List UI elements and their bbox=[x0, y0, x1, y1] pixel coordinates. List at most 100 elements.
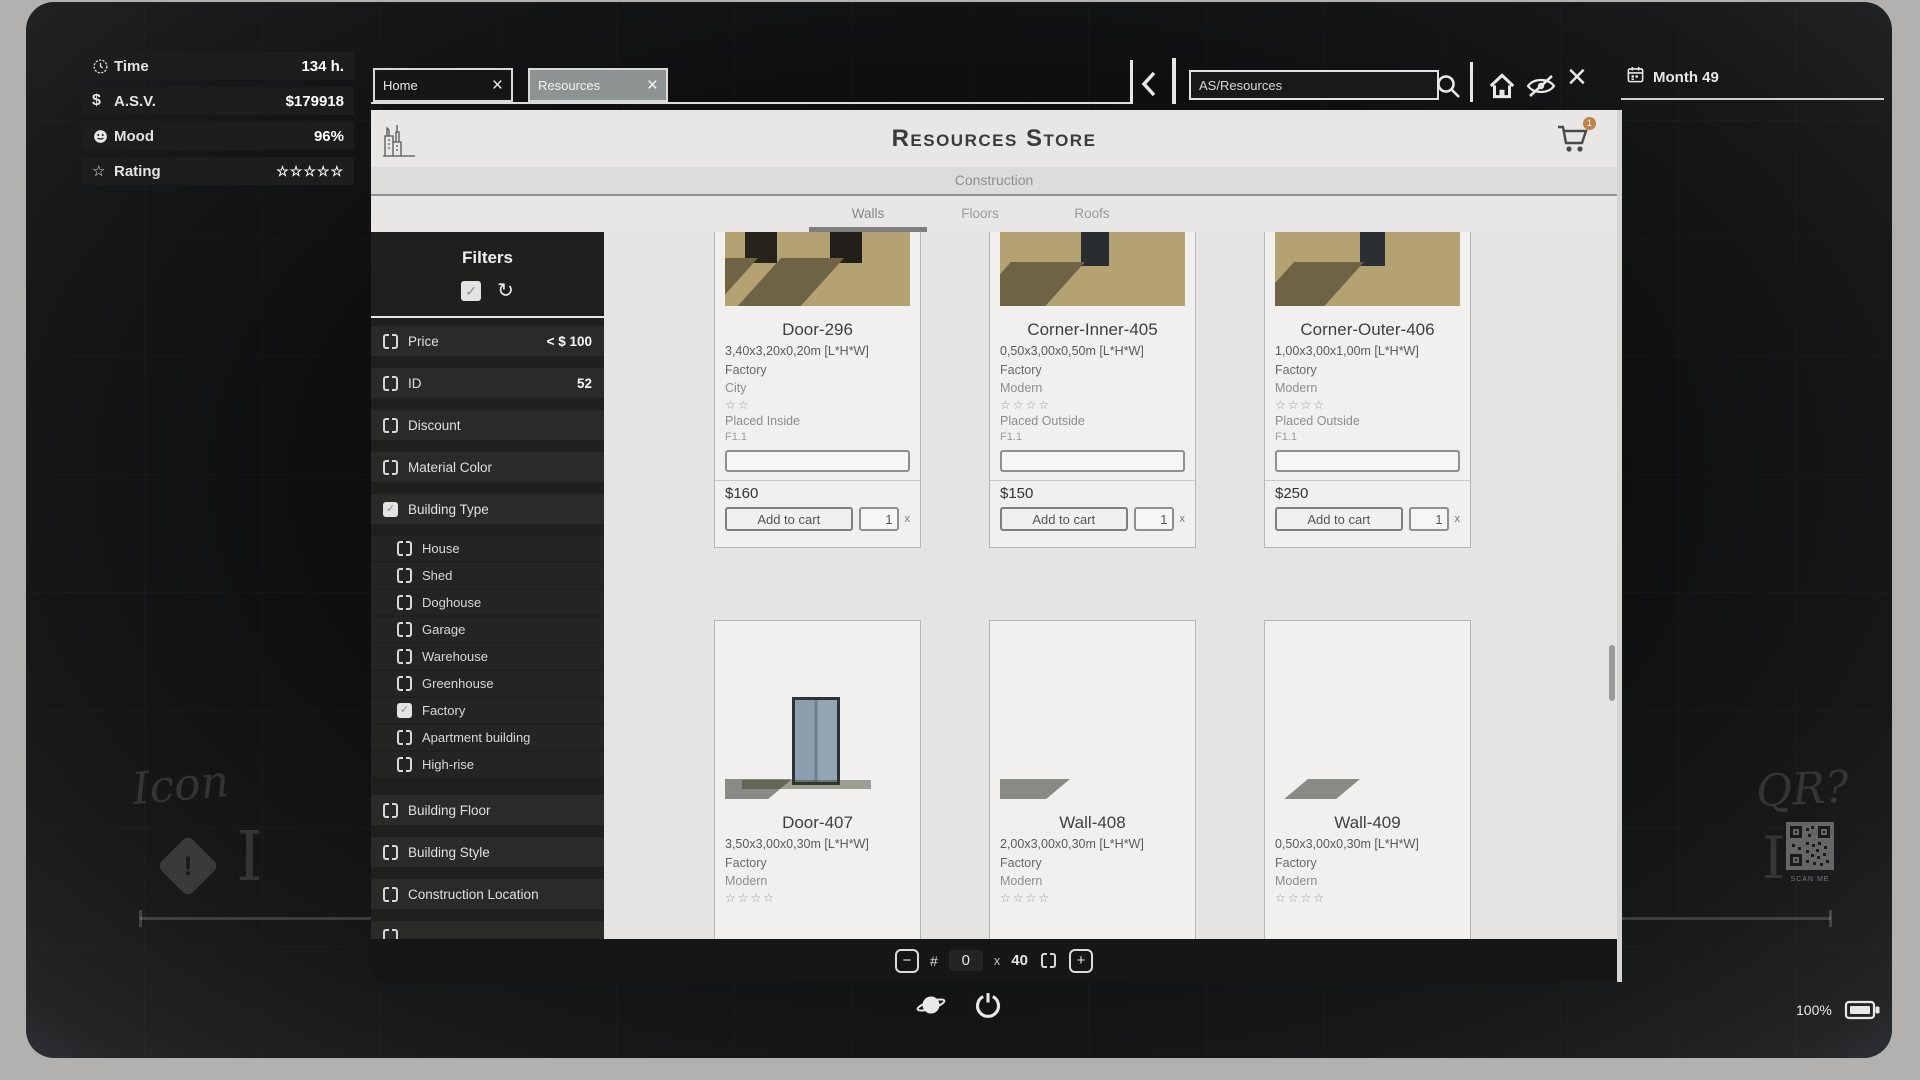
resources-store-window: Resources Store 1 Construction WallsFloo… bbox=[371, 110, 1617, 982]
checkbox[interactable] bbox=[383, 803, 398, 818]
quantity-input[interactable] bbox=[859, 507, 899, 531]
stat-row-time: Time134 h. bbox=[82, 52, 354, 80]
product-stars: ☆☆☆☆ bbox=[725, 891, 910, 907]
quantity-input[interactable] bbox=[1134, 507, 1174, 531]
checkbox[interactable] bbox=[397, 568, 412, 583]
page-hash-label: # bbox=[930, 953, 938, 969]
tab-floors[interactable]: Floors bbox=[940, 196, 1020, 232]
checkbox[interactable] bbox=[397, 730, 412, 745]
checkbox[interactable] bbox=[397, 595, 412, 610]
filter-option-garage[interactable]: Garage bbox=[371, 617, 604, 642]
filter-discount[interactable]: Discount bbox=[371, 410, 604, 440]
image-part bbox=[1284, 779, 1360, 799]
checkbox[interactable] bbox=[383, 334, 398, 349]
product-card-corner-inner-405: Corner-Inner-4050,50x3,00x0,50m [L*H*W]F… bbox=[989, 232, 1196, 548]
checkbox[interactable] bbox=[397, 649, 412, 664]
filter-id[interactable]: ID52 bbox=[371, 368, 604, 398]
filters-controls: ↻ bbox=[371, 278, 604, 304]
browser-tab-home[interactable]: Home× bbox=[373, 68, 513, 102]
product-building-type: Factory bbox=[725, 856, 910, 874]
power-icon[interactable] bbox=[973, 990, 1003, 1025]
eye-off-icon[interactable] bbox=[1525, 73, 1557, 104]
add-to-cart-button[interactable]: Add to cart bbox=[1000, 507, 1128, 531]
filter-building-floor[interactable]: Building Floor bbox=[371, 795, 604, 825]
divider bbox=[1130, 60, 1133, 104]
stat-value: $179918 bbox=[286, 93, 344, 110]
tab-close-icon[interactable]: × bbox=[492, 76, 503, 95]
quantity-input[interactable] bbox=[1409, 507, 1449, 531]
page-checkbox[interactable] bbox=[1041, 953, 1056, 968]
add-to-cart-button[interactable]: Add to cart bbox=[1275, 507, 1403, 531]
stats-panel: Time134 h.$A.S.V.$179918Mood96%☆Rating☆☆… bbox=[82, 52, 354, 192]
checkbox[interactable] bbox=[397, 703, 412, 718]
planet-icon[interactable] bbox=[914, 989, 948, 1026]
filters-title: Filters bbox=[371, 248, 604, 272]
filter-option-high-rise[interactable]: High-rise bbox=[371, 752, 604, 777]
add-to-cart-button[interactable]: Add to cart bbox=[725, 507, 853, 531]
filter-label: Construction Location bbox=[408, 887, 539, 902]
filters-separator bbox=[371, 316, 604, 318]
product-name: Corner-Outer-406 bbox=[1275, 320, 1460, 344]
product-stars: ☆☆☆☆ bbox=[1000, 398, 1185, 414]
product-note-input[interactable] bbox=[725, 450, 910, 472]
checkbox[interactable] bbox=[383, 460, 398, 475]
refresh-icon[interactable]: ↻ bbox=[497, 281, 514, 301]
corner-inner-image bbox=[1000, 232, 1185, 306]
checkbox[interactable] bbox=[397, 541, 412, 556]
product-building-type: Factory bbox=[1275, 363, 1460, 381]
checkbox[interactable] bbox=[383, 418, 398, 433]
product-note-input[interactable] bbox=[1275, 450, 1460, 472]
filter-material-color[interactable]: Material Color bbox=[371, 452, 604, 482]
filter-building-type[interactable]: Building Type bbox=[371, 494, 604, 524]
product-building-type: Factory bbox=[1000, 856, 1185, 874]
grid-scrollbar[interactable] bbox=[1609, 645, 1615, 701]
decor-icon-label: Icon bbox=[130, 756, 231, 815]
page-minus-button[interactable]: − bbox=[895, 949, 919, 973]
checkbox[interactable] bbox=[383, 929, 398, 940]
home-icon[interactable] bbox=[1487, 71, 1517, 106]
scan-me-label: SCAN ME bbox=[1782, 876, 1838, 883]
product-dimensions: 0,50x3,00x0,50m [L*H*W] bbox=[1000, 344, 1185, 363]
filter-option-greenhouse[interactable]: Greenhouse bbox=[371, 671, 604, 696]
filter-label: Building Style bbox=[408, 845, 490, 860]
close-icon[interactable]: × bbox=[1567, 60, 1587, 94]
cart-button[interactable]: 1 bbox=[1555, 121, 1591, 157]
filter-building-style[interactable]: Building Style bbox=[371, 837, 604, 867]
filters-master-checkbox[interactable] bbox=[461, 281, 481, 301]
filter-price[interactable]: Price< $ 100 bbox=[371, 326, 604, 356]
filters-panel: Filters ↻ Price< $ 100 ID52 Discount Materi… bbox=[371, 232, 604, 939]
back-button[interactable] bbox=[1137, 69, 1163, 104]
checkbox[interactable] bbox=[383, 845, 398, 860]
category-tab[interactable]: Construction bbox=[371, 167, 1617, 196]
filter-option-warehouse[interactable]: Warehouse bbox=[371, 644, 604, 669]
checkbox[interactable] bbox=[397, 757, 412, 772]
search-icon[interactable] bbox=[1434, 72, 1462, 105]
product-building-type: Factory bbox=[1000, 363, 1185, 381]
filter-construction-location[interactable]: Construction Location bbox=[371, 879, 604, 909]
checkbox[interactable] bbox=[383, 887, 398, 902]
filter-option-apartment-building[interactable]: Apartment building bbox=[371, 725, 604, 750]
address-input[interactable] bbox=[1189, 70, 1439, 100]
image-part bbox=[1360, 232, 1385, 266]
product-note-input[interactable] bbox=[1000, 450, 1185, 472]
quantity-suffix: x bbox=[905, 513, 911, 525]
filter-value: < $ 100 bbox=[547, 334, 592, 349]
browser-tab-resources[interactable]: Resources× bbox=[528, 68, 668, 102]
filter-cutoff[interactable] bbox=[371, 921, 604, 939]
tab-close-icon[interactable]: × bbox=[647, 76, 658, 95]
filter-option-shed[interactable]: Shed bbox=[371, 563, 604, 588]
checkbox[interactable] bbox=[383, 376, 398, 391]
filter-option-house[interactable]: House bbox=[371, 536, 604, 561]
filter-option-doghouse[interactable]: Doghouse bbox=[371, 590, 604, 615]
checkbox[interactable] bbox=[397, 676, 412, 691]
stat-value: 134 h. bbox=[301, 58, 344, 75]
checkbox[interactable] bbox=[383, 502, 398, 517]
product-actions: Add to cartx bbox=[1000, 507, 1185, 531]
image-part bbox=[742, 780, 872, 789]
filter-option-factory[interactable]: Factory bbox=[371, 698, 604, 723]
mood-icon bbox=[92, 128, 114, 145]
checkbox[interactable] bbox=[397, 622, 412, 637]
page-plus-button[interactable]: + bbox=[1069, 949, 1093, 973]
tab-roofs[interactable]: Roofs bbox=[1052, 196, 1132, 232]
stat-value: 96% bbox=[314, 128, 344, 145]
